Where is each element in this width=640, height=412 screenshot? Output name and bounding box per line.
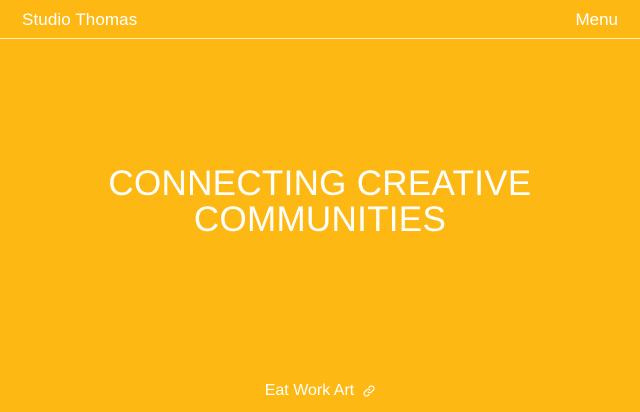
brand-logo-link[interactable]: Studio Thomas [22, 10, 137, 30]
menu-button[interactable]: Menu [575, 10, 618, 30]
footer: Eat Work Art [0, 381, 640, 401]
eat-work-art-link-label: Eat Work Art [264, 382, 355, 399]
eat-work-art-link[interactable]: Eat Work Art [265, 381, 376, 401]
site-header: Studio Thomas Menu [0, 0, 640, 39]
hero-title-line-1: CONNECTING CREATIVE [108, 164, 532, 203]
hero-title-line-2: COMMUNITIES [193, 200, 447, 239]
page: Studio Thomas Menu CONNECTING CREATIVE C… [0, 0, 640, 412]
hero: CONNECTING CREATIVE COMMUNITIES [0, 166, 640, 238]
hero-title: CONNECTING CREATIVE COMMUNITIES [0, 166, 640, 238]
link-icon [363, 385, 375, 397]
